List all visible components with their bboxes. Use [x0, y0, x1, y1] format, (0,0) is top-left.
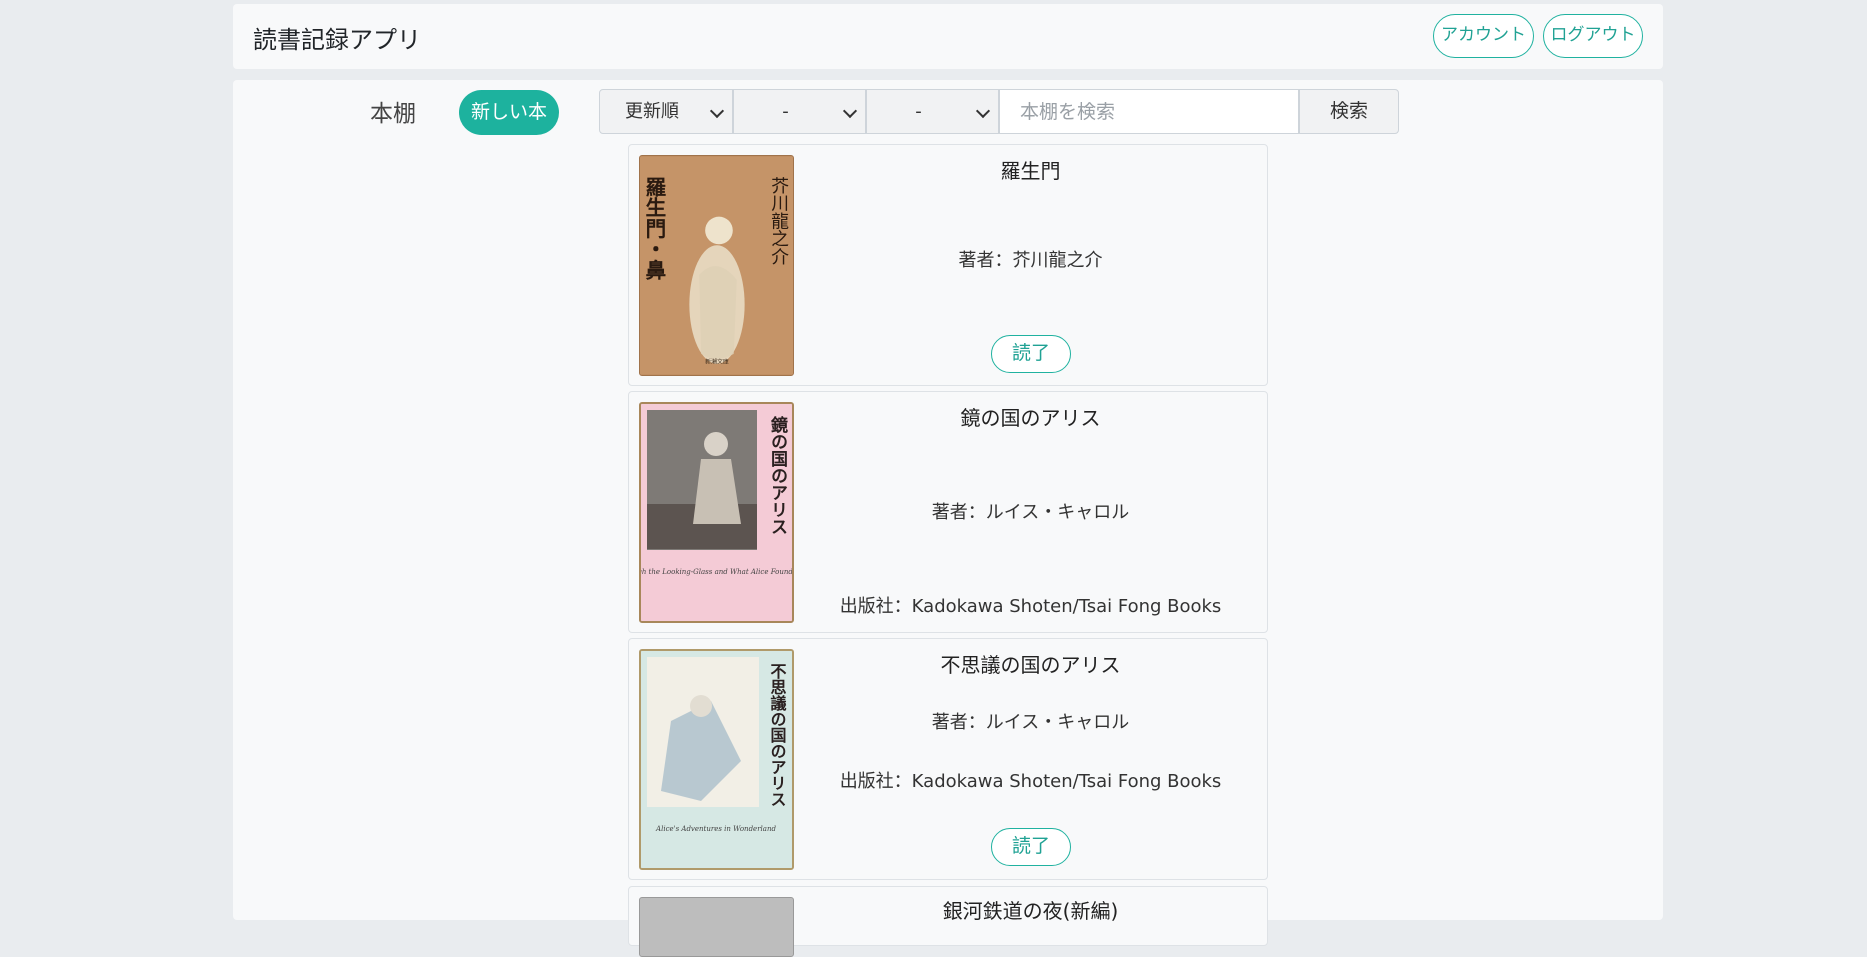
cover-art: 不思議の国のアリス Alice's Adventures in Wonderla…: [641, 651, 792, 868]
chevron-down-icon: [975, 103, 991, 119]
read-complete-button[interactable]: 読了: [991, 335, 1071, 373]
filter-select-1[interactable]: -: [733, 89, 866, 134]
sort-select[interactable]: 更新順: [599, 89, 733, 134]
logout-button[interactable]: ログアウト: [1543, 14, 1643, 58]
cover-title-text: 鏡の国のアリス: [767, 415, 788, 535]
shelf-title: 本棚: [370, 101, 416, 127]
app-title: 読書記録アプリ: [253, 26, 421, 54]
search-button[interactable]: 検索: [1299, 89, 1399, 134]
top-navbar: 読書記録アプリ アカウント ログアウト: [233, 4, 1663, 69]
book-author: 著者：ルイス・キャロル: [931, 502, 1130, 523]
book-cover-image[interactable]: 鏡の国のアリス Through the Looking-Glass and Wh…: [639, 402, 794, 623]
book-card[interactable]: 不思議の国のアリス Alice's Adventures in Wonderla…: [628, 638, 1268, 880]
shelf-search-input[interactable]: [999, 89, 1299, 134]
cover-title-text: 羅生門・鼻: [642, 176, 666, 280]
filter-select-2[interactable]: -: [866, 89, 999, 134]
book-title[interactable]: 羅生門: [794, 155, 1267, 184]
book-title[interactable]: 銀河鉄道の夜(新編): [794, 895, 1267, 924]
book-title[interactable]: 鏡の国のアリス: [794, 402, 1267, 431]
book-publisher: 出版社：Kadokawa Shoten/Tsai Fong Books: [839, 596, 1222, 617]
cover-art: 芥川龍之介 羅生門・鼻 新潮文庫: [640, 156, 793, 375]
filter-select-2-value: -: [915, 101, 922, 122]
book-author: 著者：芥川龍之介: [958, 250, 1103, 271]
book-card[interactable]: 鏡の国のアリス Through the Looking-Glass and Wh…: [628, 391, 1268, 633]
book-publisher: 出版社：Kadokawa Shoten/Tsai Fong Books: [839, 771, 1222, 792]
sort-select-value: 更新順: [625, 101, 679, 122]
book-card[interactable]: 芥川龍之介 羅生門・鼻 新潮文庫 羅生門 著者：芥川龍之介 読了: [628, 144, 1268, 386]
book-title[interactable]: 不思議の国のアリス: [794, 649, 1267, 678]
account-button[interactable]: アカウント: [1433, 14, 1534, 58]
cover-art: 鏡の国のアリス Through the Looking-Glass and Wh…: [641, 404, 792, 621]
book-cover-image[interactable]: 芥川龍之介 羅生門・鼻 新潮文庫: [639, 155, 794, 376]
book-cover-image[interactable]: 不思議の国のアリス Alice's Adventures in Wonderla…: [639, 649, 794, 870]
chevron-down-icon: [709, 103, 725, 119]
cover-publisher-text: 新潮文庫: [705, 358, 729, 366]
cover-author-text: 芥川龍之介: [768, 176, 789, 265]
cover-subtitle-text: Alice's Adventures in Wonderland: [655, 825, 776, 833]
cover-title-text: 不思議の国のアリス: [768, 663, 787, 807]
new-book-button[interactable]: 新しい本: [459, 90, 559, 135]
book-author: 著者：ルイス・キャロル: [931, 712, 1130, 733]
book-card[interactable]: 銀河鉄道の夜(新編): [628, 886, 1268, 957]
read-complete-button[interactable]: 読了: [991, 828, 1071, 866]
bookshelf-panel: 本棚 新しい本 更新順 - - 検索 芥川龍之介 羅生門・鼻 新潮文庫 羅生門 …: [233, 80, 1663, 957]
book-cover-image[interactable]: [639, 897, 794, 957]
cover-subtitle-text: Through the Looking-Glass and What Alice…: [641, 568, 792, 576]
filter-select-1-value: -: [782, 101, 789, 122]
chevron-down-icon: [842, 103, 858, 119]
